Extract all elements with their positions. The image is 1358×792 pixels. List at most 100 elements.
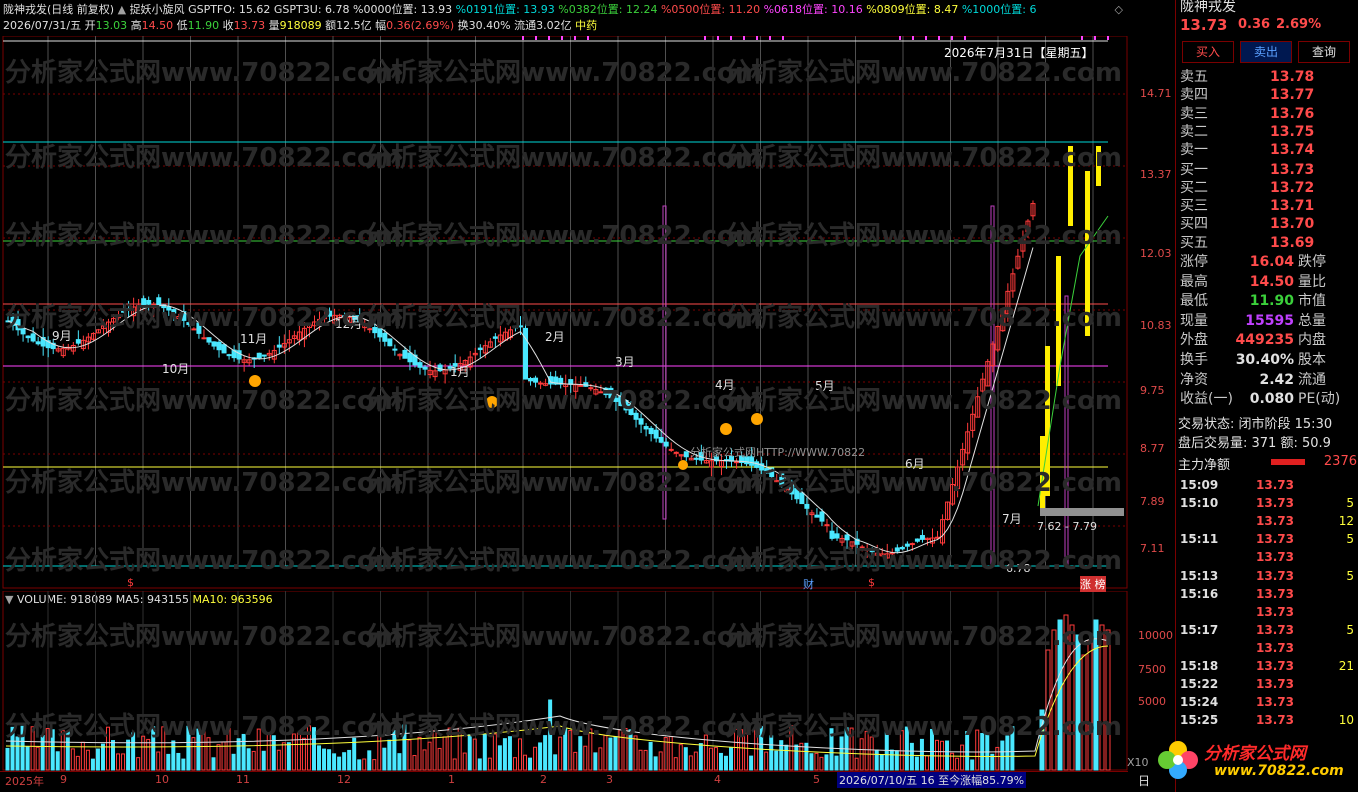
stats-label-2: 流通 xyxy=(1298,371,1326,388)
candle-body xyxy=(658,437,664,443)
volume-bar xyxy=(945,740,950,771)
indicator-toggle-icon[interactable]: ▲ xyxy=(118,3,126,16)
volume-bar xyxy=(357,759,362,771)
volume-bar xyxy=(216,744,221,771)
volume-bar xyxy=(261,750,266,771)
stats-label: 净资 xyxy=(1180,371,1208,388)
watermark-text: 分析家公式网www.70822.com xyxy=(365,712,762,742)
orderbook-row[interactable]: 买二 13.72 xyxy=(1178,179,1358,197)
volume-bar xyxy=(462,752,467,771)
orderbook-row[interactable]: 卖一 13.74 xyxy=(1178,141,1358,159)
tick-time: 15:24 xyxy=(1180,695,1219,710)
stats-label-2: 股本 xyxy=(1298,352,1326,368)
candle-body xyxy=(683,451,689,458)
volume-tick: 7500 xyxy=(1138,663,1166,676)
watermark-text: 分析家公式网www.70822.com xyxy=(365,622,762,652)
tick-row: 15:18 13.73 21 xyxy=(1178,657,1356,675)
volume-bar xyxy=(517,738,522,771)
volume-bar xyxy=(156,751,161,771)
orderbook-row[interactable]: 买一 13.73 xyxy=(1178,161,1358,179)
volume-bar xyxy=(211,757,216,771)
tick-row: 15:17 13.73 5 xyxy=(1178,621,1356,639)
candle-body xyxy=(804,503,810,509)
volume-bar xyxy=(894,750,899,771)
stats-value: 14.50 xyxy=(1249,273,1294,290)
indicator-name[interactable]: 捉妖小旋风 xyxy=(130,3,185,16)
volume-bar xyxy=(909,742,914,771)
range-label: 7.62 - 7.79 xyxy=(1037,520,1097,533)
top-tick-mark xyxy=(938,36,940,40)
orderbook-row[interactable]: 卖二 13.75 xyxy=(1178,123,1358,141)
watermark-text: 分析家公式网www.70822.com xyxy=(365,221,762,251)
volume-bar xyxy=(332,753,337,771)
candle-body xyxy=(492,336,498,339)
tick-price: 13.73 xyxy=(1256,496,1294,511)
volume-bar xyxy=(342,752,347,771)
stats-label: 涨停 xyxy=(1180,254,1208,270)
low-label: 低 xyxy=(176,19,188,32)
orderbook-row[interactable]: 买四 13.70 xyxy=(1178,215,1358,233)
buy-button[interactable]: 买入 xyxy=(1182,41,1234,63)
main-net-value: 2376 xyxy=(1323,454,1357,469)
tick-price: 13.73 xyxy=(1256,640,1294,655)
orderbook-row[interactable]: 买三 13.71 xyxy=(1178,197,1358,215)
orderbook-price: 13.75 xyxy=(1270,123,1315,140)
watermark-text: 分析家公式网www.70822.com xyxy=(5,58,402,88)
candle-body xyxy=(216,341,222,351)
volume-bar xyxy=(834,755,839,771)
watermark-text: 分析家公式网www.70822.com xyxy=(5,468,402,498)
volume-bar xyxy=(55,751,60,771)
watermark-text: 分析家公式网www.70822.com xyxy=(5,303,402,333)
after-hours-volume: 盘后交易量: 371 额: 50.9 xyxy=(1178,436,1331,451)
price-change-pct: 2.69% xyxy=(1276,17,1322,32)
volume-bar xyxy=(116,753,121,771)
orderbook-row[interactable]: 卖五 13.78 xyxy=(1178,68,1358,86)
volume-bar xyxy=(809,753,814,771)
volume-bar xyxy=(166,753,171,771)
stock-title[interactable]: 陇神戎发(日线 前复权) xyxy=(3,3,114,16)
orderbook-row[interactable]: 买五 13.69 xyxy=(1178,234,1358,252)
limitup-marker: 涨 榜 xyxy=(1080,576,1106,592)
stats-row: 外盘 449235 内盘 xyxy=(1178,331,1358,349)
watermark-text: 分析家公式网www.70822.com xyxy=(5,712,402,742)
trade-status: 交易状态: 闭市阶段 15:30 xyxy=(1178,417,1333,432)
volume-bar xyxy=(764,751,769,771)
watermark-text: 分析家公式网www.70822.com xyxy=(365,546,762,576)
volume-unit: X10 xyxy=(1127,756,1149,769)
volume-bar xyxy=(955,757,960,771)
stats-value: 2.42 xyxy=(1259,371,1294,388)
period-button[interactable]: 日 xyxy=(1138,772,1150,789)
orderbook-level-label: 卖二 xyxy=(1180,123,1208,140)
indicator-value-8: %1000位置: 6 xyxy=(961,3,1037,16)
tick-row: 15:11 13.73 5 xyxy=(1178,530,1356,548)
volume-bar xyxy=(924,755,929,771)
volume-bar xyxy=(95,748,100,771)
watermark-text: 分析家公式网www.70822.com xyxy=(725,143,1122,173)
candle-body xyxy=(276,344,282,348)
tick-volume: 21 xyxy=(1338,659,1354,673)
price-tick: 12.03 xyxy=(1140,247,1172,260)
price-tick: 7.11 xyxy=(1140,542,1165,555)
close-label: 收 xyxy=(222,19,234,32)
volume-bar xyxy=(382,747,387,771)
tick-volume: 5 xyxy=(1346,532,1354,547)
sell-button[interactable]: 卖出 xyxy=(1240,41,1292,63)
tick-price: 13.73 xyxy=(1256,478,1294,492)
header-collapse-icon[interactable]: ◇ xyxy=(1115,3,1123,16)
volume-bar xyxy=(729,747,734,771)
volume-bar xyxy=(337,756,342,771)
volume-bar xyxy=(784,744,789,771)
volume-bar xyxy=(422,749,427,771)
range-summary: 2026/07/10/五 16 至今涨幅85.79% xyxy=(837,772,1027,788)
tick-price: 13.73 xyxy=(1256,514,1294,529)
orderbook-row[interactable]: 卖三 13.76 xyxy=(1178,105,1358,123)
orderbook-row[interactable]: 卖四 13.77 xyxy=(1178,86,1358,104)
candle-body xyxy=(919,535,925,540)
candle-body xyxy=(437,364,443,372)
top-tick-mark xyxy=(743,36,745,40)
top-tick-mark xyxy=(769,36,771,40)
query-button[interactable]: 查询 xyxy=(1298,41,1350,63)
tick-time: 15:18 xyxy=(1180,659,1219,673)
candle-body xyxy=(382,332,388,342)
stats-label-2: 总量 xyxy=(1298,312,1326,329)
